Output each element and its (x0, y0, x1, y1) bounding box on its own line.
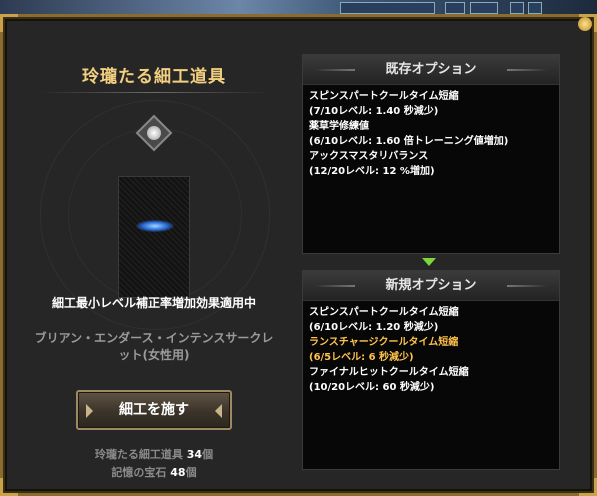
frame-corner (0, 478, 18, 496)
ornament-icon (315, 69, 355, 71)
new-options-panel: 新規オプション スピンスパートクールタイム短縮 (6/10レベル: 1.20 秒… (302, 270, 560, 470)
ornament-icon (507, 69, 547, 71)
item-name: ブリアン・エンダース・インテンスサークレット(女性用) (34, 331, 274, 362)
arrow-left-icon (215, 404, 222, 418)
top-bar-button[interactable] (470, 2, 498, 14)
option-line-highlight: (6/5レベル: 6 秒減少) (309, 352, 414, 363)
craft-button-label: 細工を施す (119, 402, 189, 418)
craft-button[interactable]: 細工を施す (76, 390, 232, 430)
item-slot[interactable] (118, 176, 190, 298)
existing-options-list: スピンスパートクールタイム短縮 (7/10レベル: 1.40 秒減少) 薬草学修… (303, 85, 559, 183)
tool-panel: 玲瓏たる細工道具 細工最小レベル補正率増加効果適用中 ブリアン・エンダース・イン… (20, 40, 288, 480)
new-options-header: 新規オプション (303, 271, 559, 301)
option-line: (6/10レベル: 1.20 秒減少) (309, 322, 439, 333)
option-line: 薬草学修練値 (309, 121, 369, 132)
gem-icon (147, 126, 161, 140)
option-line: アックスマスタリバランス (309, 151, 429, 162)
circlet-icon (136, 220, 174, 232)
inventory-tool-count: 玲瓏たる細工道具 34個 (94, 448, 214, 461)
option-line: (7/10レベル: 1.40 秒減少) (309, 106, 439, 117)
top-bar-button[interactable] (445, 2, 465, 14)
existing-options-panel: 既存オプション スピンスパートクールタイム短縮 (7/10レベル: 1.40 秒… (302, 54, 560, 254)
option-line: (6/10レベル: 1.60 倍トレーニング値増加) (309, 136, 509, 147)
new-options-list: スピンスパートクールタイム短縮 (6/10レベル: 1.20 秒減少) ランスチ… (303, 301, 559, 399)
title-divider (40, 92, 268, 93)
option-line: (10/20レベル: 60 秒減少) (309, 382, 435, 393)
arrow-down-icon (422, 258, 436, 266)
effect-status: 細工最小レベル補正率増加効果適用中 (51, 296, 256, 310)
inventory-gem-count: 記憶の宝石 48個 (111, 466, 197, 479)
option-line: スピンスパートクールタイム短縮 (309, 91, 459, 102)
option-line: スピンスパートクールタイム短縮 (309, 307, 459, 318)
frame-gem-icon (578, 17, 592, 31)
existing-options-header: 既存オプション (303, 55, 559, 85)
window-title: 玲瓏たる細工道具 (82, 67, 226, 87)
option-line: (12/20レベル: 12 %増加) (309, 166, 435, 177)
top-bar-button[interactable] (510, 2, 524, 14)
ornament-icon (507, 285, 547, 287)
top-bar-field[interactable] (340, 2, 435, 14)
frame-corner (579, 478, 597, 496)
top-bar-button[interactable] (528, 2, 542, 14)
arrow-right-icon (86, 404, 93, 418)
frame-corner (0, 14, 18, 32)
option-line: ファイナルヒットクールタイム短縮 (309, 367, 469, 378)
option-line-highlight: ランスチャージクールタイム短縮 (309, 337, 459, 348)
ornament-icon (315, 285, 355, 287)
